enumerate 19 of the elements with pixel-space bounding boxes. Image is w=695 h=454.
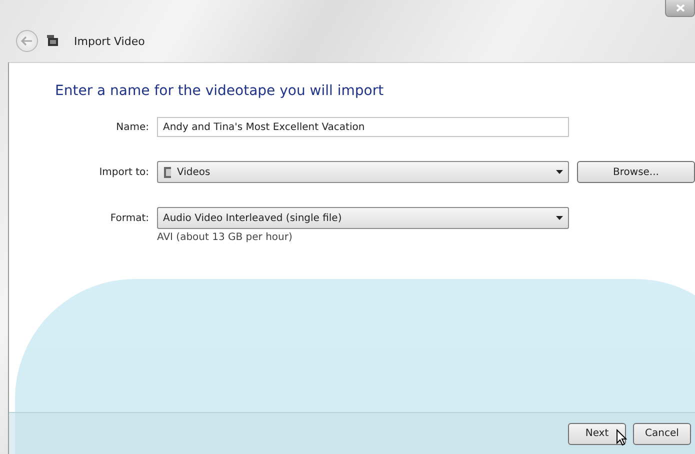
- window-title: Import Video: [74, 34, 145, 48]
- close-icon: [676, 4, 684, 12]
- cancel-button[interactable]: Cancel: [633, 422, 691, 444]
- dropdown-caret-icon: [556, 170, 563, 174]
- import-to-label: Import to:: [98, 166, 149, 178]
- back-button[interactable]: [16, 30, 38, 52]
- format-dropdown[interactable]: Audio Video Interleaved (single file): [157, 207, 569, 229]
- format-label: Format:: [109, 212, 149, 224]
- close-button[interactable]: [665, 0, 695, 17]
- camcorder-icon: [46, 34, 60, 48]
- dropdown-caret-icon: [556, 216, 563, 220]
- back-arrow-icon: [21, 36, 33, 46]
- browse-button[interactable]: Browse...: [577, 161, 695, 183]
- mouse-pointer-icon: [616, 429, 627, 446]
- format-hint: AVI (about 13 GB per hour): [157, 232, 294, 243]
- import-to-dropdown[interactable]: Videos: [157, 161, 569, 183]
- name-label: Name:: [115, 122, 149, 132]
- instruction-heading: Enter a name for the videotape you will import: [55, 83, 385, 99]
- name-field[interactable]: Andy and Tina's Most Excellent Vacation: [157, 117, 569, 137]
